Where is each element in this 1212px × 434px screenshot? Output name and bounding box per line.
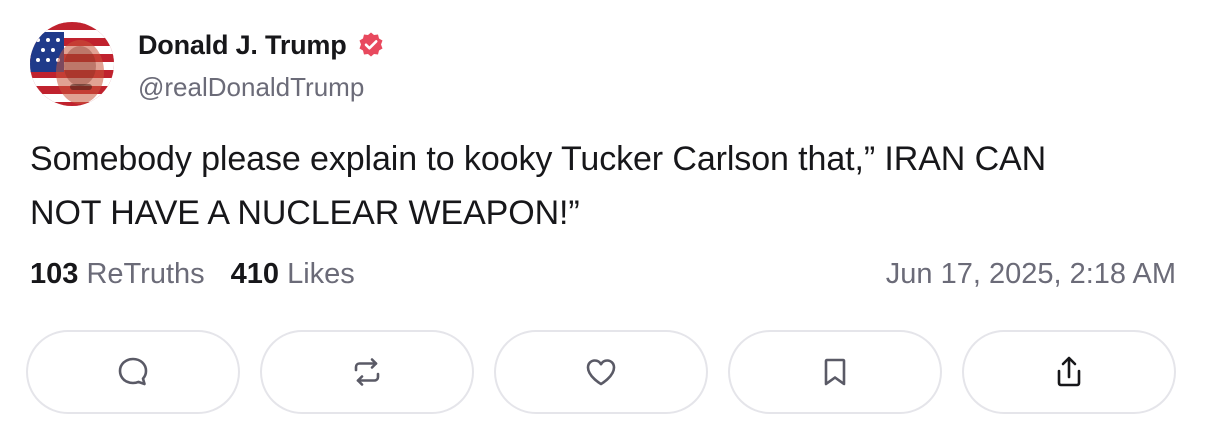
author-name-row: Donald J. Trump xyxy=(138,28,385,62)
retruth-button[interactable] xyxy=(260,330,474,414)
post-card: Donald J. Trump @realDonaldTrump Somebod… xyxy=(0,0,1212,434)
likes-stat[interactable]: 410 Likes xyxy=(231,258,355,291)
like-heart-icon xyxy=(586,359,616,386)
retruths-stat[interactable]: 103 ReTruths xyxy=(30,258,205,291)
share-icon xyxy=(1057,356,1081,387)
post-text-line: Somebody please explain to kooky Tucker … xyxy=(30,140,1047,178)
retruths-count: 103 xyxy=(30,258,79,290)
avatar[interactable] xyxy=(30,22,114,106)
like-button[interactable] xyxy=(494,330,708,414)
retruth-icon xyxy=(354,358,380,386)
post-timestamp[interactable]: Jun 17, 2025, 2:18 AM xyxy=(886,258,1176,291)
likes-count: 410 xyxy=(230,258,280,290)
bookmark-button[interactable] xyxy=(728,330,942,414)
likes-label: Likes xyxy=(287,258,355,290)
bookmark-icon xyxy=(824,358,846,386)
share-button[interactable] xyxy=(962,330,1176,414)
author-handle[interactable]: @realDonaldTrump xyxy=(138,72,364,103)
author-display-name[interactable]: Donald J. Trump xyxy=(138,30,347,61)
reply-button[interactable] xyxy=(26,330,240,414)
verified-badge-icon xyxy=(357,31,385,59)
post-body: Somebody please explain to kooky Tucker … xyxy=(30,132,1180,240)
avatar-flag-portrait-icon xyxy=(30,22,114,106)
post-text-line: NOT HAVE A NUCLEAR WEAPON!” xyxy=(30,194,580,232)
reply-icon xyxy=(118,357,148,386)
retruths-label: ReTruths xyxy=(86,258,205,290)
post-stats: 103 ReTruths 410 Likes xyxy=(30,258,355,291)
action-bar xyxy=(26,330,1176,414)
